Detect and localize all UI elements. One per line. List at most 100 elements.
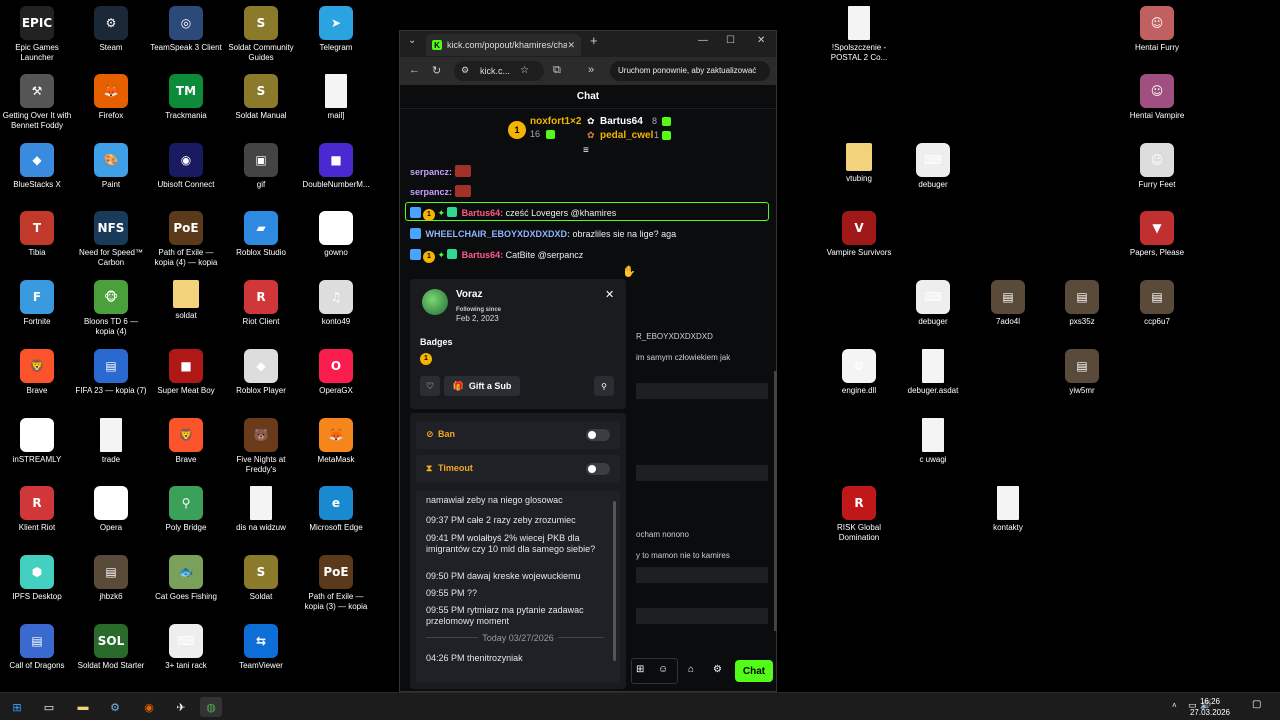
timeout-toggle[interactable] — [586, 463, 610, 475]
ban-toggle[interactable] — [586, 429, 610, 441]
desktop-icon[interactable]: vtubing — [822, 143, 896, 184]
message-username[interactable]: Bartus64: — [462, 250, 504, 260]
desktop-icon[interactable]: c uwagi — [896, 418, 970, 465]
desktop-icon[interactable]: ▚ inSTREAMLY — [0, 418, 74, 465]
desktop-icon[interactable]: PoE Path of Exile — kopia (4) — kopia — [149, 211, 223, 268]
desktop-icon[interactable]: dis na widzuw — [224, 486, 298, 533]
send-chat-button[interactable]: Chat — [735, 660, 773, 682]
desktop-icon[interactable]: TM Trackmania — [149, 74, 223, 121]
desktop-icon-label: debuger — [918, 180, 948, 189]
file-explorer-icon[interactable]: ▬ — [72, 697, 94, 717]
desktop-icon[interactable]: R Riot Client — [224, 280, 298, 327]
desktop-icon[interactable]: ⚒ Getting Over It with Bennett Foddy — [0, 74, 74, 131]
message-username[interactable]: Bartus64: — [462, 208, 504, 218]
desktop-icon[interactable]: SOL Soldat Mod Starter — [74, 624, 148, 671]
desktop-icon[interactable]: kontakty — [971, 486, 1045, 533]
store-icon[interactable]: ⌂ — [688, 664, 694, 675]
notifications-icon[interactable]: ▢ — [1252, 699, 1261, 710]
fnaf-icon: 🐻 — [244, 418, 278, 452]
desktop-icon[interactable]: O Opera — [74, 486, 148, 533]
desktop-icon[interactable]: ▤ jhbzk6 — [74, 555, 148, 602]
desktop-icon[interactable]: ▣ gif — [224, 143, 298, 190]
desktop-icon[interactable]: ☺ Furry Feet — [1120, 143, 1194, 190]
desktop-icon[interactable]: O OperaGX — [299, 349, 373, 396]
desktop-icon[interactable]: S Soldat — [224, 555, 298, 602]
desktop-icon[interactable]: mail] — [299, 74, 373, 121]
desktop-icon[interactable]: S Soldat Manual — [224, 74, 298, 121]
message-username[interactable]: serpancz: — [410, 167, 452, 177]
desktop-icon[interactable]: ▬ gowno — [299, 211, 373, 258]
chat-fragment-bar — [636, 567, 768, 583]
steam-taskbar-icon[interactable]: ⚙ — [104, 697, 126, 717]
desktop-icon[interactable]: EPIC Epic Games Launcher — [0, 6, 74, 63]
desktop-icon[interactable]: ⚙ engine.dll — [822, 349, 896, 396]
desktop-icon[interactable]: ⇆ TeamViewer — [224, 624, 298, 671]
chrome-taskbar-icon[interactable]: ◍ — [200, 697, 222, 717]
desktop-icon[interactable]: ⚙ Steam — [74, 6, 148, 53]
smiley-icon[interactable]: ☺ — [658, 664, 668, 675]
desktop-icon[interactable]: ◆ Roblox Player — [224, 349, 298, 396]
desktop-icon[interactable]: ☺ Hentai Vampire — [1120, 74, 1194, 121]
desktop-icon[interactable]: 🐻 Five Nights at Freddy's — [224, 418, 298, 475]
desktop-icon[interactable]: soldat — [149, 280, 223, 321]
desktop-icon[interactable]: trade — [74, 418, 148, 465]
desktop-icon[interactable]: 🦁 Brave — [149, 418, 223, 465]
desktop-icon[interactable]: ⚲ Poly Bridge — [149, 486, 223, 533]
taskbar-app-icon[interactable]: ▭ — [38, 697, 60, 717]
desktop-icon[interactable]: R Klient Riot — [0, 486, 74, 533]
document-icon — [997, 486, 1019, 520]
chat-scrollbar[interactable] — [774, 371, 777, 631]
desktop-icon[interactable]: 🐟 Cat Goes Fishing — [149, 555, 223, 602]
desktop-icon[interactable]: PoE Path of Exile — kopia (3) — kopia — [299, 555, 373, 612]
desktop-icon[interactable]: 🦊 MetaMask — [299, 418, 373, 465]
desktop-icon[interactable]: ▤ ccp6u7 — [1120, 280, 1194, 327]
desktop-icon[interactable]: ⌨ debuger — [896, 143, 970, 190]
history-scrollbar[interactable] — [613, 501, 616, 661]
desktop-icon[interactable]: ⬢ IPFS Desktop — [0, 555, 74, 602]
clock[interactable]: 16:26 27.03.2026 — [1190, 696, 1230, 718]
firefox-taskbar-icon[interactable]: ◉ — [138, 697, 160, 717]
desktop-icon[interactable]: 🎨 Paint — [74, 143, 148, 190]
history-text: thenitrozyniak — [467, 653, 523, 663]
desktop-icon[interactable]: ▤ pxs35z — [1045, 280, 1119, 327]
desktop-icon[interactable]: ◉ Ubisoft Connect — [149, 143, 223, 190]
desktop-icon[interactable]: ▤ yiw5mr — [1045, 349, 1119, 396]
desktop-icon[interactable]: ▤ FIFA 23 — kopia (7) — [74, 349, 148, 396]
follow-heart-button[interactable]: ♡ — [420, 376, 440, 396]
desktop-icon[interactable]: ▤ 7ado4l — [971, 280, 1045, 327]
gift-sub-button[interactable]: 🎁 Gift a Sub — [444, 376, 520, 396]
desktop-icon[interactable]: ▤ Call of Dragons — [0, 624, 74, 671]
tray-chevron-icon[interactable]: ˄ — [1172, 701, 1177, 710]
desktop-icon[interactable]: ■ DoubleNumberM... — [299, 143, 373, 190]
desktop-icon[interactable]: S Soldat Community Guides — [224, 6, 298, 63]
desktop-icon[interactable]: NFS Need for Speed™ Carbon — [74, 211, 148, 268]
desktop-icon[interactable]: 🐵 Bloons TD 6 — kopia (4) — [74, 280, 148, 337]
desktop-icon[interactable]: ◎ TeamSpeak 3 Client — [149, 6, 223, 53]
desktop-icon[interactable]: F Fortnite — [0, 280, 74, 327]
desktop-icon[interactable]: e Microsoft Edge — [299, 486, 373, 533]
bird-app-icon[interactable]: ✈ — [170, 697, 192, 717]
desktop-icon[interactable]: !Spolszczenie - POSTAL 2 Co... — [822, 6, 896, 63]
desktop-icon[interactable]: V Vampire Survivors — [822, 211, 896, 258]
close-card-icon[interactable]: ✕ — [605, 288, 614, 301]
chat-input[interactable] — [631, 658, 678, 684]
desktop-icon[interactable]: ■ Super Meat Boy — [149, 349, 223, 396]
start-windows-icon[interactable]: ⊞ — [6, 697, 28, 717]
settings-gear-icon[interactable]: ⚙ — [713, 664, 722, 675]
desktop-icon[interactable]: R RISK Global Domination — [822, 486, 896, 543]
message-username[interactable]: WHEELCHAIR_EBOYXDXDXDXD: — [426, 229, 571, 239]
desktop-icon[interactable]: T Tibia — [0, 211, 74, 258]
mod-action-button[interactable]: ⚲ — [594, 376, 614, 396]
desktop-icon[interactable]: ⌨ debuger — [896, 280, 970, 327]
desktop-icon[interactable]: ♫ konto49 — [299, 280, 373, 327]
desktop-icon[interactable]: ➤ Telegram — [299, 6, 373, 53]
desktop-icon[interactable]: ▼ Papers, Please — [1120, 211, 1194, 258]
message-username[interactable]: serpancz: — [410, 187, 452, 197]
desktop-icon[interactable]: ◆ BlueStacks X — [0, 143, 74, 190]
desktop-icon[interactable]: ☺ Hentai Furry — [1120, 6, 1194, 53]
desktop-icon[interactable]: debuger.asdat — [896, 349, 970, 396]
desktop-icon[interactable]: 🦊 Firefox — [74, 74, 148, 121]
desktop-icon[interactable]: ▰ Roblox Studio — [224, 211, 298, 258]
desktop-icon[interactable]: ⌨ 3+ tani rack — [149, 624, 223, 671]
desktop-icon[interactable]: 🦁 Brave — [0, 349, 74, 396]
